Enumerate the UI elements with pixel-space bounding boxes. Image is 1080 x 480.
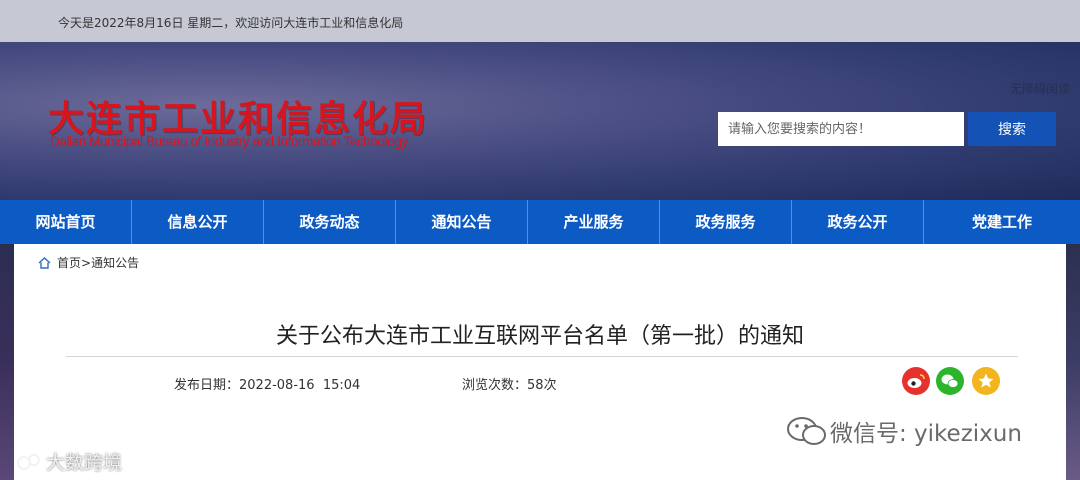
watermark-right-text: 微信号: yikezixun [830, 421, 1022, 447]
view-count: 浏览次数：58次 [462, 374, 557, 393]
article-title: 关于公布大连市工业互联网平台名单（第一批）的通知 [275, 324, 804, 349]
background-strip-right [1066, 244, 1080, 480]
nav-item-notices[interactable]: 通知公告 [396, 200, 528, 244]
watermark-right: 微信号: yikezixun [784, 414, 1022, 448]
main-nav: 网站首页 信息公开 政务动态 通知公告 产业服务 政务服务 政务公开 党建工作 [0, 200, 1080, 244]
nav-item-gov-news[interactable]: 政务动态 [264, 200, 396, 244]
home-icon [38, 256, 51, 269]
wechat-watermark-icon [787, 417, 826, 445]
date-welcome-text: 今天是2022年8月16日 星期二，欢迎访问大连市工业和信息化局 [58, 16, 404, 30]
top-info-bar: 今天是2022年8月16日 星期二，欢迎访问大连市工业和信息化局 [0, 0, 1080, 42]
breadcrumb: 首页 > 通知公告 [38, 254, 139, 271]
search-input[interactable] [718, 112, 964, 146]
view-count-value: 58 [527, 378, 544, 393]
publish-date-label: 发布日期： [174, 378, 240, 393]
breadcrumb-separator: > [81, 255, 92, 270]
site-logo-en[interactable]: Dalian Municipal Bureau of Industry and … [50, 134, 408, 149]
nav-item-party-building[interactable]: 党建工作 [924, 200, 1080, 244]
watermark-left-text: 大数跨境 [46, 452, 123, 474]
watermark-left: 大数跨境 [16, 448, 122, 475]
publish-date: 发布日期：2022-08-16 15:04 [174, 374, 360, 393]
watermark-logo-icon [17, 453, 40, 470]
nav-item-home[interactable]: 网站首页 [0, 200, 132, 244]
nav-item-gov-services[interactable]: 政务服务 [660, 200, 792, 244]
nav-item-info-disclosure[interactable]: 信息公开 [132, 200, 264, 244]
breadcrumb-current[interactable]: 通知公告 [91, 254, 139, 271]
accessibility-link[interactable]: 无障碍阅读 [1010, 80, 1070, 97]
favorite-star-icon[interactable] [972, 367, 1000, 395]
title-divider [66, 356, 1018, 357]
view-count-label: 浏览次数： [462, 378, 528, 393]
breadcrumb-home-link[interactable]: 首页 [57, 254, 81, 271]
search-button[interactable]: 搜索 [968, 112, 1056, 146]
view-count-unit: 次 [543, 378, 557, 393]
publish-date-value: 2022-08-16 15:04 [239, 378, 361, 393]
wechat-share-icon[interactable] [936, 367, 964, 395]
nav-item-industry-services[interactable]: 产业服务 [528, 200, 660, 244]
background-strip-left [0, 244, 14, 480]
weibo-share-icon[interactable] [902, 367, 930, 395]
nav-item-gov-affairs[interactable]: 政务公开 [792, 200, 924, 244]
site-header: 大连市工业和信息化局 Dalian Municipal Bureau of In… [0, 42, 1080, 200]
